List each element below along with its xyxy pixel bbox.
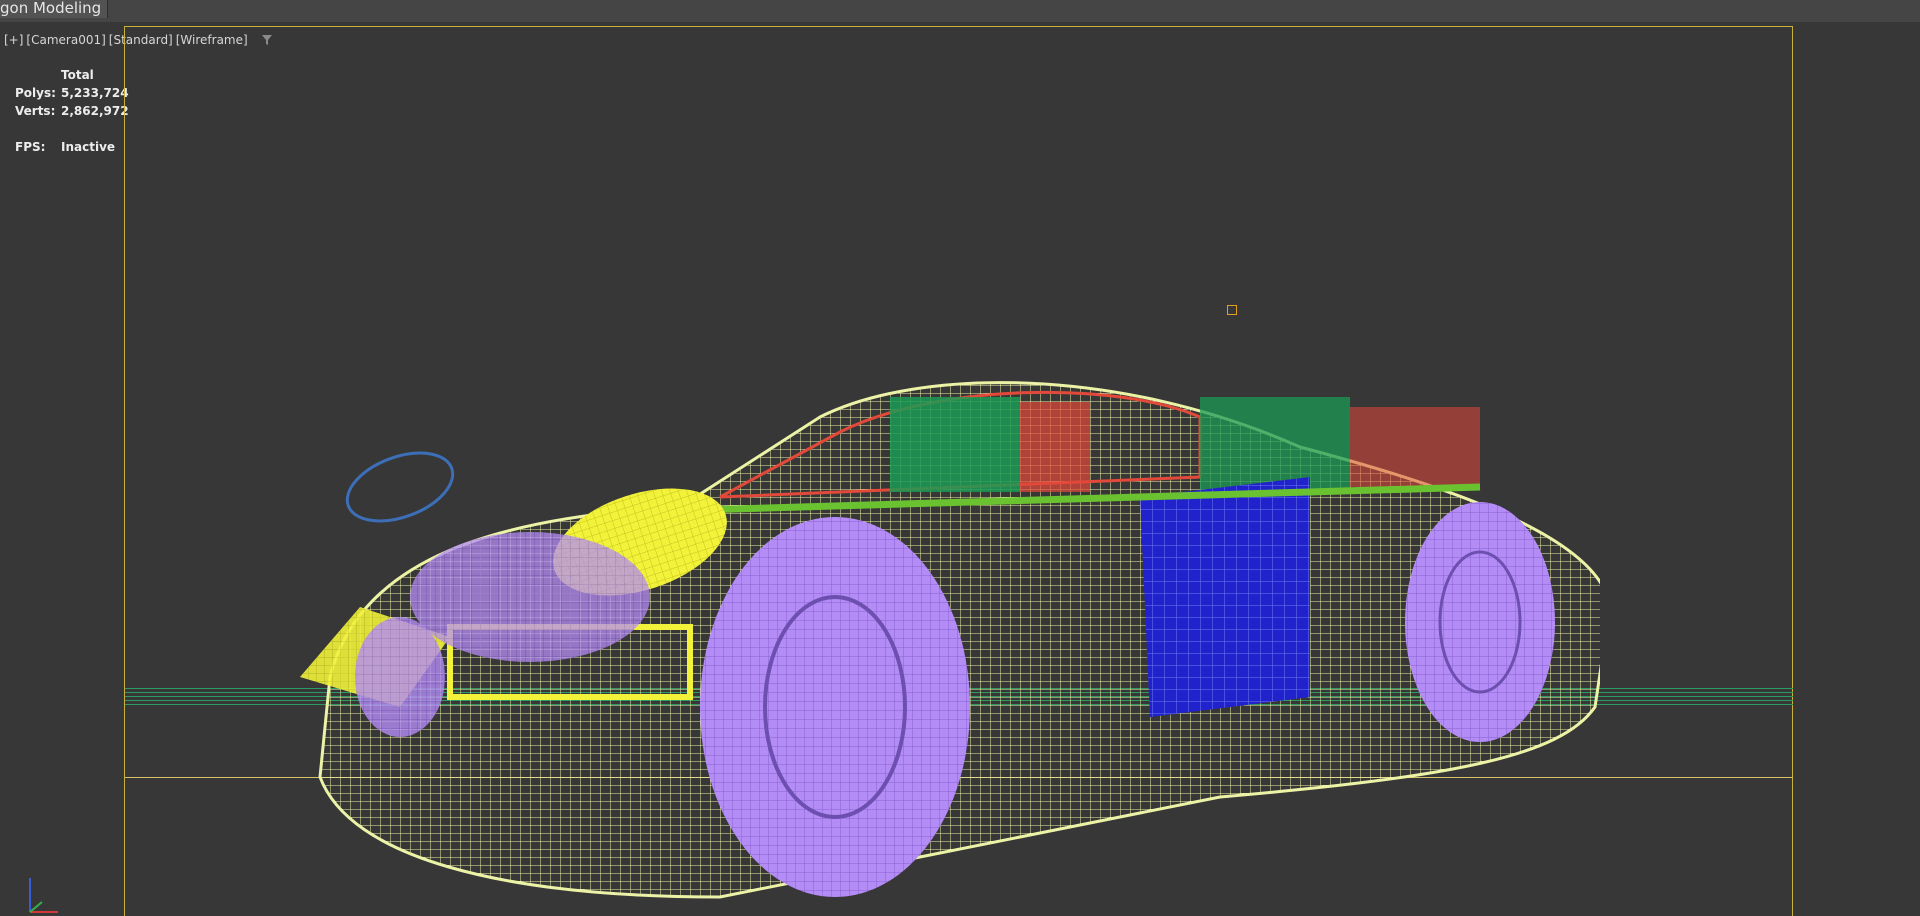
scene-statistics: Total Polys: 5,233,724 Verts: 2,862,972 FP… bbox=[15, 68, 129, 158]
camera-target-marker[interactable] bbox=[1227, 305, 1237, 315]
car-wireframe-model[interactable] bbox=[300, 377, 1600, 916]
ribbon-tab-polygon-modeling[interactable]: gon Modeling bbox=[0, 0, 109, 18]
ribbon-bar: gon Modeling bbox=[0, 0, 1920, 23]
viewport-camera-menu[interactable]: [Camera001] bbox=[26, 33, 105, 47]
fps-label: FPS: bbox=[15, 140, 46, 154]
axis-gizmo-icon bbox=[29, 878, 58, 913]
viewport-general-menu[interactable]: [+] bbox=[4, 33, 23, 47]
stats-header: Total bbox=[61, 68, 94, 82]
fps-value: Inactive bbox=[61, 140, 116, 154]
verts-value: 2,862,972 bbox=[61, 104, 129, 118]
app-window: gon Modeling [+] [Camera001] [Standard] … bbox=[0, 0, 1920, 916]
polys-value: 5,233,724 bbox=[61, 86, 129, 100]
camera-viewport[interactable]: [+] [Camera001] [Standard] [Wireframe] T… bbox=[0, 22, 1920, 916]
polys-label: Polys: bbox=[15, 86, 56, 100]
verts-label: Verts: bbox=[15, 104, 56, 118]
